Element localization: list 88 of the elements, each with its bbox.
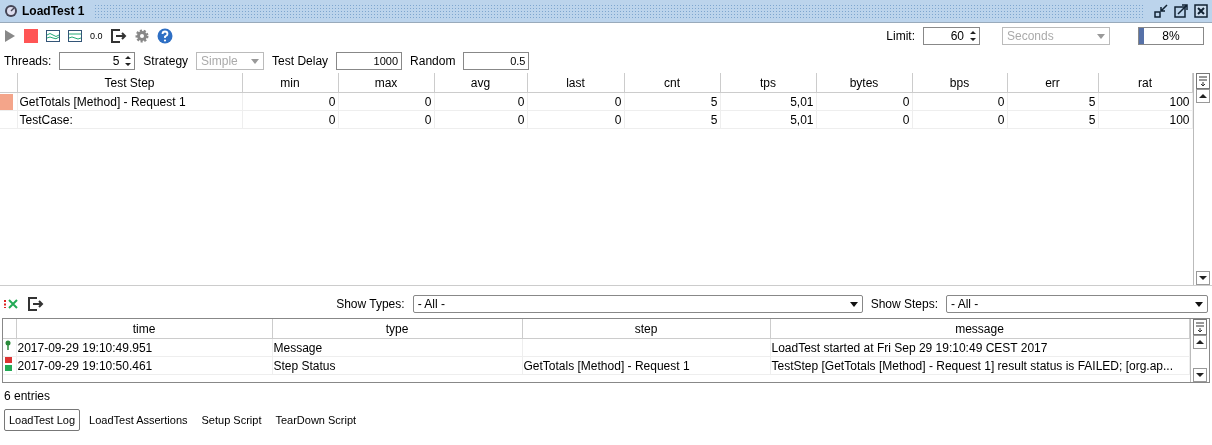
scroll-up-icon[interactable] <box>1192 335 1207 349</box>
table-cell: TestCase: <box>17 110 242 129</box>
setting-label: Random <box>410 54 456 68</box>
scroll-down-icon[interactable] <box>1195 271 1210 285</box>
table-cell: GetTotals [Method] - Request 1 <box>522 356 770 375</box>
column-chooser-icon[interactable] <box>1195 73 1210 89</box>
tab[interactable]: Setup Script <box>196 409 267 431</box>
column-header: last <box>527 73 624 93</box>
export-icon[interactable] <box>110 29 127 43</box>
table-cell: 5 <box>1007 92 1098 111</box>
table-cell: 2017-09-29 19:10:49.951 <box>16 338 272 357</box>
scroll-up-icon[interactable] <box>1195 89 1210 103</box>
table-cell: 100 <box>1098 110 1192 129</box>
settings-icon[interactable] <box>134 29 149 43</box>
table-cell: 0 <box>338 110 434 129</box>
column-chooser-icon[interactable] <box>1192 319 1207 335</box>
dropdown-arrow-icon <box>251 58 260 64</box>
table-cell: 5 <box>624 110 720 129</box>
setting-label: Test Delay <box>272 54 329 68</box>
scroll-down-icon[interactable] <box>1192 368 1207 382</box>
column-header: cnt <box>624 73 720 93</box>
table-cell: Message <box>272 338 522 357</box>
column-header: bps <box>912 73 1007 93</box>
table-cell: 0 <box>242 92 338 111</box>
table-cell: 5,01 <box>720 110 816 129</box>
export-icon[interactable] <box>28 297 44 311</box>
table-cell: 2017-09-29 19:10:50.461 <box>16 356 272 375</box>
filter-dropdown[interactable]: - All - <box>946 295 1208 313</box>
filter-dropdown[interactable]: - All - <box>412 295 863 313</box>
dropdown-arrow-icon <box>1195 301 1203 307</box>
table-cell: 0 <box>912 92 1007 111</box>
info-pin-icon <box>5 340 11 352</box>
table-cell: 0 <box>434 92 527 111</box>
column-header: avg <box>434 73 527 93</box>
dropdown-arrow-icon <box>849 301 858 307</box>
table-cell: 5 <box>1007 110 1098 129</box>
clear-log-icon[interactable] <box>4 298 20 310</box>
tab[interactable]: LoadTest Assertions <box>84 409 193 431</box>
setting-label: Strategy <box>143 54 189 68</box>
number-format-button[interactable]: 0.0 <box>90 31 103 41</box>
table-cell: 0 <box>527 110 624 129</box>
threads-spinner[interactable]: 5 <box>59 52 136 70</box>
maximize-icon[interactable] <box>1174 4 1188 18</box>
column-header: message <box>770 319 1189 339</box>
table-cell: GetTotals [Method] - Request 1 <box>17 92 242 111</box>
table-cell: 0 <box>527 92 624 111</box>
graph-icon[interactable] <box>68 30 82 42</box>
column-header: rat <box>1098 73 1192 93</box>
table-cell: 5,01 <box>720 92 816 111</box>
column-header: type <box>272 319 522 339</box>
limit-spinner[interactable]: 60 <box>923 27 980 45</box>
filter-label: Show Types: <box>336 297 405 311</box>
entry-count: 6 entries <box>3 388 52 405</box>
column-header: min <box>242 73 338 93</box>
status-blocks-icon <box>5 357 12 371</box>
tab[interactable]: TearDown Script <box>270 409 362 431</box>
close-icon[interactable] <box>1194 4 1208 18</box>
input-field[interactable]: 0.5 <box>463 52 530 70</box>
table-cell: 100 <box>1098 92 1192 111</box>
table-cell: 0 <box>242 110 338 129</box>
graph-icon[interactable] <box>46 30 60 42</box>
help-icon[interactable] <box>156 28 173 44</box>
dropdown-arrow-icon <box>1097 33 1105 39</box>
column-header: err <box>1007 73 1098 93</box>
minimize-icon[interactable] <box>1154 4 1168 18</box>
table-cell: 0 <box>816 110 912 129</box>
table-cell: 0 <box>912 110 1007 129</box>
play-icon[interactable] <box>4 29 16 43</box>
column-header: bytes <box>816 73 912 93</box>
progress-reading: 8% <box>1161 28 1181 44</box>
column-header: tps <box>720 73 816 93</box>
table-cell: 0 <box>338 92 434 111</box>
table-cell: 0 <box>816 92 912 111</box>
column-header: step <box>522 319 770 339</box>
column-header: max <box>338 73 434 93</box>
tab[interactable]: LoadTest Log <box>4 409 81 431</box>
column-header: Test Step <box>17 73 242 93</box>
table-cell: TestStep [GetTotals [Method] - Request 1] result status is FAILED; [org.ap... <box>770 356 1189 375</box>
input-field[interactable]: 1000 <box>336 52 403 70</box>
table-cell: LoadTest started at Fri Sep 29 19:10:49 CEST 2017 <box>770 338 1189 357</box>
table-cell: 5 <box>624 92 720 111</box>
column-header: time <box>16 319 272 339</box>
table-cell: Step Status <box>272 356 522 375</box>
table-cell: 0 <box>434 110 527 129</box>
gauge-icon <box>4 4 18 18</box>
limit-label: Limit: <box>886 29 915 43</box>
filter-label: Show Steps: <box>870 297 938 311</box>
setting-label: Threads: <box>4 54 52 68</box>
